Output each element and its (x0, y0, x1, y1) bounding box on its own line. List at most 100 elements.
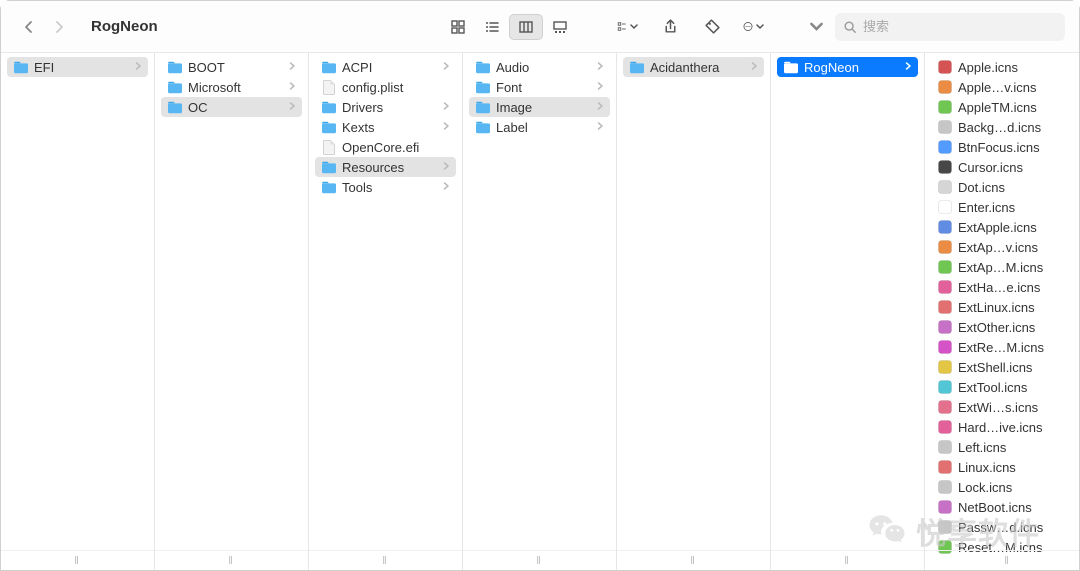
file-item[interactable]: ExtTool.icns (931, 377, 1079, 397)
toolbar: RogNeon (1, 1, 1079, 53)
column-view: EFI‖BOOTMicrosoftOC‖ ACPI config.plistDriv… (1, 53, 1079, 570)
chevron-right-icon (904, 61, 912, 74)
file-item[interactable]: Left.icns (931, 437, 1079, 457)
folder-item[interactable]: Audio (469, 57, 610, 77)
share-icon (662, 18, 679, 35)
item-label: Apple.icns (958, 60, 1078, 75)
item-label: ExtAp…v.icns (958, 240, 1078, 255)
folder-item[interactable]: Drivers (315, 97, 456, 117)
folder-item[interactable]: RogNeon (777, 57, 918, 77)
folder-item[interactable]: BOOT (161, 57, 302, 77)
file-item[interactable]: Apple…v.icns (931, 77, 1079, 97)
folder-item[interactable]: Resources (315, 157, 456, 177)
folder-item[interactable]: Microsoft (161, 77, 302, 97)
folder-item[interactable]: Kexts (315, 117, 456, 137)
file-item[interactable]: Backg…d.icns (931, 117, 1079, 137)
folder-item[interactable]: Font (469, 77, 610, 97)
chevron-right-icon (288, 81, 296, 94)
file-item[interactable]: ExtHa…e.icns (931, 277, 1079, 297)
chevron-right-icon (288, 61, 296, 74)
file-item[interactable]: ExtLinux.icns (931, 297, 1079, 317)
file-item[interactable]: Apple.icns (931, 57, 1079, 77)
icns-icon (937, 219, 953, 235)
search-field[interactable] (835, 13, 1065, 41)
ellipsis-circle-icon (743, 18, 753, 35)
tag-button[interactable] (695, 13, 729, 41)
icns-icon (937, 459, 953, 475)
view-icons-button[interactable] (441, 14, 475, 40)
item-label: Tools (342, 180, 437, 195)
file-item[interactable]: ExtAp…v.icns (931, 237, 1079, 257)
icns-icon (937, 319, 953, 335)
finder-column: EFI‖ (1, 53, 155, 570)
item-label: ExtOther.icns (958, 320, 1078, 335)
icns-icon (937, 519, 953, 535)
file-item[interactable]: ExtApple.icns (931, 217, 1079, 237)
folder-icon (167, 79, 183, 95)
item-label: Image (496, 100, 591, 115)
file-item[interactable]: ExtShell.icns (931, 357, 1079, 377)
item-label: ExtLinux.icns (958, 300, 1078, 315)
file-item[interactable]: OpenCore.efi (315, 137, 456, 157)
columns-icon (518, 19, 534, 35)
folder-item[interactable]: EFI (7, 57, 148, 77)
folder-item[interactable]: OC (161, 97, 302, 117)
file-item[interactable]: Reset…M.icns (931, 537, 1079, 557)
finder-column: AudioFontImageLabel‖ (463, 53, 617, 570)
item-label: Kexts (342, 120, 437, 135)
icns-icon (937, 279, 953, 295)
toolbar-overflow-button[interactable] (805, 13, 827, 41)
file-item[interactable]: ExtWi…s.icns (931, 397, 1079, 417)
folder-item[interactable]: Image (469, 97, 610, 117)
forward-button[interactable] (45, 13, 73, 41)
folder-item[interactable]: Tools (315, 177, 456, 197)
item-label: ACPI (342, 60, 437, 75)
icns-icon (937, 259, 953, 275)
file-item[interactable]: NetBoot.icns (931, 497, 1079, 517)
file-item[interactable]: Hard…ive.icns (931, 417, 1079, 437)
folder-item[interactable]: Label (469, 117, 610, 137)
share-button[interactable] (653, 13, 687, 41)
back-button[interactable] (15, 13, 43, 41)
item-label: Linux.icns (958, 460, 1078, 475)
view-list-button[interactable] (475, 14, 509, 40)
search-input[interactable] (863, 19, 1057, 34)
file-item[interactable]: Cursor.icns (931, 157, 1079, 177)
icns-icon (937, 479, 953, 495)
file-item[interactable]: Dot.icns (931, 177, 1079, 197)
file-item[interactable]: Linux.icns (931, 457, 1079, 477)
chevron-right-icon (596, 121, 604, 134)
icns-icon (937, 179, 953, 195)
folder-item[interactable]: ACPI (315, 57, 456, 77)
item-label: ExtWi…s.icns (958, 400, 1078, 415)
grouping-button[interactable] (611, 13, 645, 41)
view-columns-button[interactable] (509, 14, 543, 40)
file-item[interactable]: config.plist (315, 77, 456, 97)
grouping-icon (617, 18, 627, 35)
chevron-down-icon (808, 18, 825, 35)
file-item[interactable]: Lock.icns (931, 477, 1079, 497)
file-item[interactable]: BtnFocus.icns (931, 137, 1079, 157)
folder-icon (321, 159, 337, 175)
file-item[interactable]: ExtAp…M.icns (931, 257, 1079, 277)
icns-icon (937, 159, 953, 175)
item-label: Left.icns (958, 440, 1078, 455)
file-item[interactable]: ExtRe…M.icns (931, 337, 1079, 357)
file-item[interactable]: Passw…d.icns (931, 517, 1079, 537)
file-item[interactable]: Enter.icns (931, 197, 1079, 217)
file-item[interactable]: ExtOther.icns (931, 317, 1079, 337)
tag-icon (704, 18, 721, 35)
finder-column: BOOTMicrosoftOC‖ (155, 53, 309, 570)
action-menu-button[interactable] (737, 13, 771, 41)
file-item[interactable]: AppleTM.icns (931, 97, 1079, 117)
view-gallery-button[interactable] (543, 14, 577, 40)
folder-icon (167, 59, 183, 75)
item-label: ExtHa…e.icns (958, 280, 1078, 295)
folder-item[interactable]: Acidanthera (623, 57, 764, 77)
item-label: Cursor.icns (958, 160, 1078, 175)
item-label: Label (496, 120, 591, 135)
item-label: Acidanthera (650, 60, 745, 75)
chevron-right-icon (596, 61, 604, 74)
finder-column: Apple.icns Apple…v.icnsAppleTM.icnsBackg…… (925, 53, 1079, 570)
chevron-right-icon (134, 61, 142, 74)
